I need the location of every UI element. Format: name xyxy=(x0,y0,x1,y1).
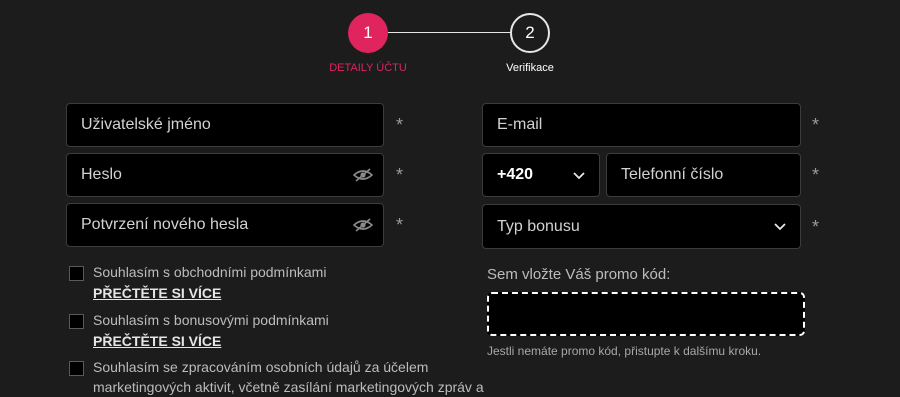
step-1-label: DETAILY ÚČTU xyxy=(329,62,407,74)
email-input[interactable]: E-mail xyxy=(482,103,801,147)
chevron-down-icon xyxy=(573,172,585,180)
promo-code-input[interactable] xyxy=(487,292,805,336)
username-required-marker: * xyxy=(396,115,404,135)
eye-hidden-icon[interactable] xyxy=(353,217,373,233)
password-input[interactable]: Heslo xyxy=(66,153,384,197)
marketing-consent-text-line1: Souhlasím se zpracováním osobních údajů … xyxy=(93,359,429,375)
bonus-type-select[interactable]: Typ bonusu xyxy=(482,204,801,249)
email-placeholder: E-mail xyxy=(497,116,543,133)
terms-consent-text: Souhlasím s obchodními podmínkami xyxy=(93,264,327,280)
chevron-down-icon xyxy=(774,223,786,231)
bonus-terms-consent-text: Souhlasím s bonusovými podmínkami xyxy=(93,312,329,328)
phone-required-marker: * xyxy=(812,165,820,185)
bonus-type-required-marker: * xyxy=(812,217,820,237)
promo-code-hint: Jestli nemáte promo kód, přistupte k dal… xyxy=(487,344,762,358)
phone-number-placeholder: Telefonní číslo xyxy=(621,166,724,183)
phone-prefix-select[interactable]: +420 xyxy=(482,153,600,197)
step-1-indicator: 1 xyxy=(348,13,388,53)
password-placeholder: Heslo xyxy=(81,166,122,183)
confirm-password-input[interactable]: Potvrzení nového hesla xyxy=(66,203,384,247)
step-1-number: 1 xyxy=(363,23,373,42)
bonus-terms-read-more-link[interactable]: PŘEČTĚTE SI VÍCE xyxy=(93,333,221,349)
marketing-consent-text-line2: marketingových aktivit, včetně zasílání … xyxy=(93,379,484,395)
username-placeholder: Uživatelské jméno xyxy=(81,116,211,133)
terms-checkbox[interactable] xyxy=(69,266,84,281)
username-input[interactable]: Uživatelské jméno xyxy=(66,103,384,147)
confirm-password-placeholder: Potvrzení nového hesla xyxy=(81,216,249,233)
phone-number-input[interactable]: Telefonní číslo xyxy=(606,153,801,197)
step-2-label: Verifikace xyxy=(506,62,554,74)
password-required-marker: * xyxy=(396,165,404,185)
stepper-connector xyxy=(388,32,510,33)
terms-read-more-link[interactable]: PŘEČTĚTE SI VÍCE xyxy=(93,285,221,301)
bonus-type-value: Typ bonusu xyxy=(497,217,580,235)
step-2-number: 2 xyxy=(525,23,535,42)
marketing-checkbox[interactable] xyxy=(69,361,84,376)
step-2-indicator[interactable]: 2 xyxy=(510,13,550,53)
confirm-password-required-marker: * xyxy=(396,215,404,235)
eye-hidden-icon[interactable] xyxy=(353,167,373,183)
email-required-marker: * xyxy=(812,115,820,135)
promo-code-label: Sem vložte Váš promo kód: xyxy=(487,266,671,283)
bonus-terms-checkbox[interactable] xyxy=(69,314,84,329)
